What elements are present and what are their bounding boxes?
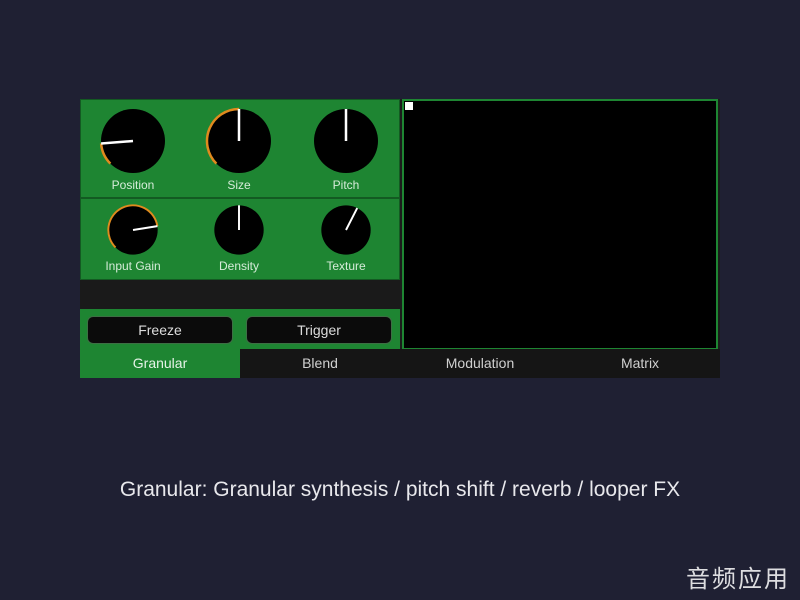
controls-section: Position Size Pitch Input Gain Density T… (80, 99, 400, 349)
tab-blend[interactable]: Blend (240, 349, 400, 378)
density-knob-label: Density (218, 259, 259, 273)
input-gain-knob-graphic (107, 204, 159, 255)
pitch-knob-graphic (314, 109, 378, 173)
empty-strip (80, 280, 400, 309)
input-gain-knob[interactable]: Input Gain (98, 203, 168, 273)
texture-knob-label: Texture (326, 259, 366, 273)
knob-panel-middle: Input Gain Density Texture (80, 198, 400, 280)
trigger-button[interactable]: Trigger (246, 316, 392, 344)
xy-pad-handle[interactable] (405, 102, 413, 110)
position-knob-label: Position (111, 178, 155, 192)
position-knob[interactable]: Position (98, 106, 168, 192)
size-knob[interactable]: Size (204, 106, 274, 192)
caption-text: Granular: Granular synthesis / pitch shi… (119, 478, 681, 501)
input-gain-knob-label: Input Gain (105, 259, 161, 273)
granular-plugin-window: Position Size Pitch Input Gain Density T… (80, 99, 720, 378)
tab-matrix[interactable]: Matrix (560, 349, 720, 378)
position-knob-graphic (99, 109, 165, 173)
button-panel: Freeze Trigger (80, 309, 400, 349)
texture-knob-graphic (321, 205, 371, 255)
freeze-button[interactable]: Freeze (87, 316, 233, 344)
pitch-knob-label: Pitch (332, 178, 360, 192)
texture-knob[interactable]: Texture (311, 203, 381, 273)
pitch-knob[interactable]: Pitch (311, 106, 381, 192)
size-knob-graphic (205, 107, 271, 173)
tab-bar: Granular Blend Modulation Matrix (80, 349, 720, 378)
xy-pad[interactable] (402, 99, 718, 350)
tab-modulation[interactable]: Modulation (400, 349, 560, 378)
size-knob-label: Size (227, 178, 251, 192)
density-knob[interactable]: Density (204, 203, 274, 273)
density-knob-graphic (214, 205, 264, 255)
knob-panel-top: Position Size Pitch (80, 99, 400, 198)
tab-granular[interactable]: Granular (80, 349, 240, 378)
watermark-text: 音频应用 (686, 566, 790, 593)
